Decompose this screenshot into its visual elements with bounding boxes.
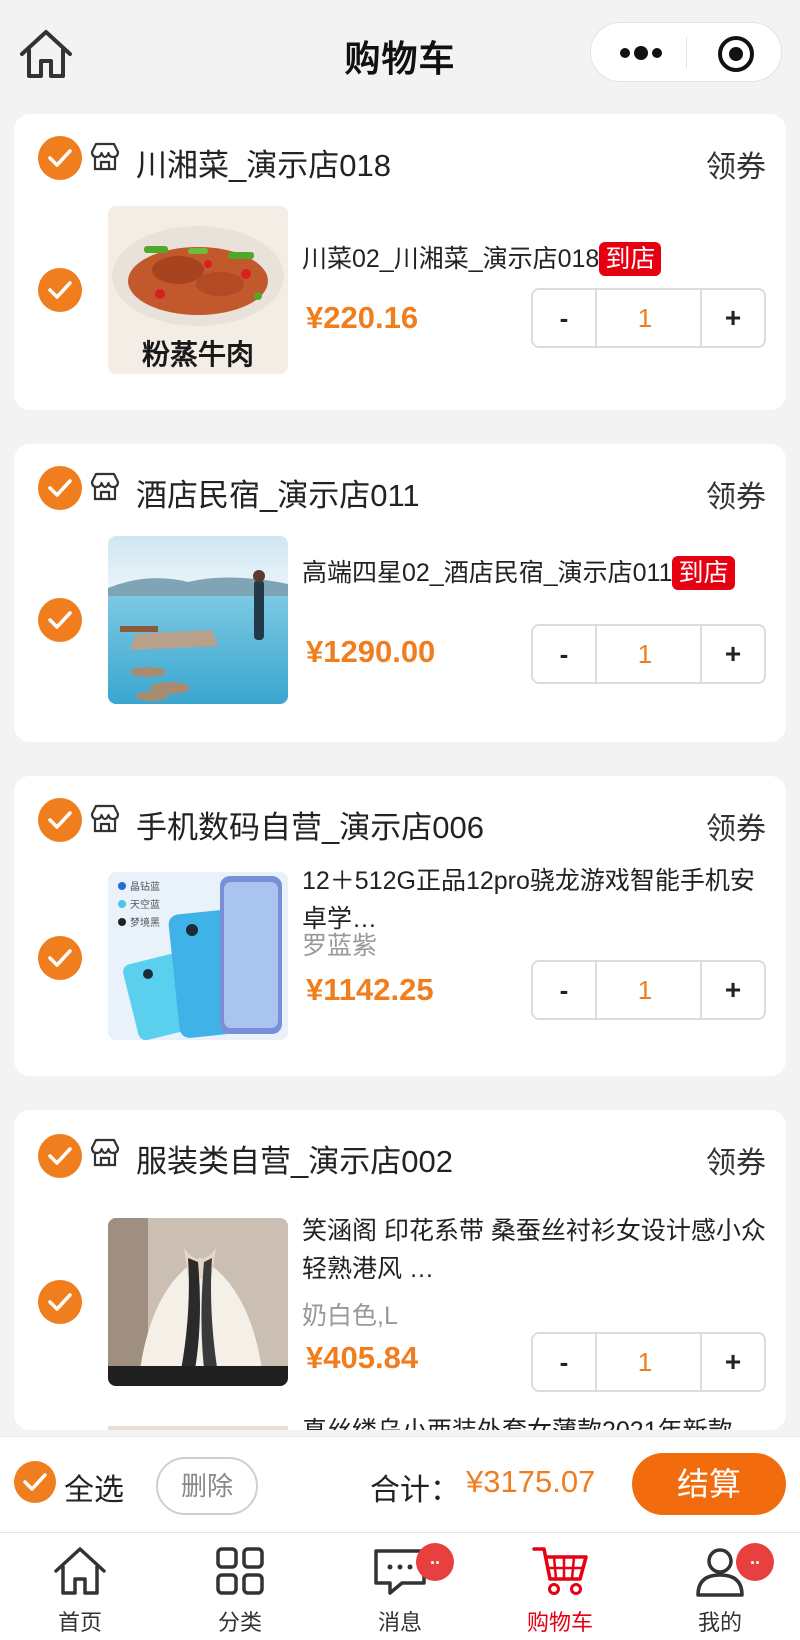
store-visit-tag: 到店	[672, 556, 735, 590]
decrease-button[interactable]: -	[533, 1334, 597, 1390]
product-price: ¥1290.00	[306, 634, 436, 669]
item-checkbox[interactable]	[38, 936, 82, 980]
quantity-stepper: - 1 +	[531, 624, 766, 684]
quantity-stepper: - 1 +	[531, 960, 766, 1020]
total-value: ¥3175.07	[466, 1464, 596, 1499]
shop-icon	[90, 804, 120, 833]
quantity-stepper: - 1 +	[531, 1332, 766, 1392]
target-icon[interactable]	[716, 34, 756, 74]
thumb-caption: 粉蒸牛肉	[142, 338, 254, 371]
unread-badge: ..	[736, 1543, 774, 1581]
unread-badge: ..	[416, 1543, 454, 1581]
shop-name[interactable]: 川湘菜_演示店018	[136, 140, 391, 185]
item-checkbox[interactable]	[38, 598, 82, 642]
tab-messages[interactable]: .. 消息	[320, 1533, 480, 1640]
tab-label: 首页	[57, 1610, 102, 1635]
increase-button[interactable]: +	[700, 1334, 764, 1390]
quantity-value[interactable]: 1	[597, 962, 693, 1018]
shop-card: 手机数码自营_演示店006 领券 晶钻蓝 天空蓝 梦境黑 12＋512G正品12…	[14, 776, 786, 1076]
mini-program-capsule	[590, 22, 782, 82]
checkout-button[interactable]: 结算	[632, 1453, 786, 1515]
store-visit-tag: 到店	[599, 242, 662, 276]
increase-button[interactable]: +	[700, 962, 764, 1018]
quantity-value[interactable]: 1	[597, 1334, 693, 1390]
coupon-link[interactable]: 领券	[706, 804, 766, 848]
product-price: ¥405.84	[306, 1340, 419, 1375]
thumb-label: 晶钻蓝	[130, 880, 160, 893]
tab-home[interactable]: 首页	[0, 1533, 160, 1640]
delete-button[interactable]: 删除	[156, 1457, 258, 1515]
product-title-text: 川菜02_川湘菜_演示店018	[302, 245, 600, 273]
coupon-link[interactable]: 领券	[706, 472, 766, 516]
product-image[interactable]	[108, 1218, 288, 1386]
product-title[interactable]: 真丝缕乌小西装外套女薄款2021年新款	[302, 1416, 774, 1430]
tab-cart[interactable]: 购物车	[480, 1533, 640, 1640]
thumb-label: 梦境黑	[130, 916, 160, 929]
decrease-button[interactable]: -	[533, 962, 597, 1018]
tab-label: 购物车	[526, 1610, 593, 1635]
item-checkbox[interactable]	[38, 1280, 82, 1324]
product-image[interactable]: 晶钻蓝 天空蓝 梦境黑	[108, 872, 288, 1040]
product-image[interactable]	[108, 536, 288, 704]
shop-card: 酒店民宿_演示店011 领券 高端四星02_酒店民宿_演示店011 到店 ¥12…	[14, 444, 786, 742]
product-title-text: 高端四星02_酒店民宿_演示店011	[302, 559, 673, 587]
shop-name[interactable]: 服装类自营_演示店002	[136, 1136, 453, 1181]
product-title[interactable]: 高端四星02_酒店民宿_演示店011 到店	[302, 554, 774, 592]
bottom-tab-bar: 首页 分类 .. 消息 购物车 .. 我的	[0, 1532, 800, 1640]
more-icon[interactable]	[617, 42, 665, 64]
decrease-button[interactable]: -	[533, 290, 597, 346]
cart-icon	[532, 1547, 588, 1595]
product-title[interactable]: 川菜02_川湘菜_演示店018 到店	[302, 240, 774, 278]
shop-name[interactable]: 手机数码自营_演示店006	[136, 802, 484, 847]
product-image[interactable]: 粉蒸牛肉	[108, 206, 288, 374]
product-image[interactable]	[108, 1426, 288, 1430]
grid-icon	[216, 1547, 264, 1595]
shop-card: 川湘菜_演示店018 领券 粉蒸牛肉 川菜02_川湘菜_演示店018 到店 ¥2…	[14, 114, 786, 410]
quantity-value[interactable]: 1	[597, 290, 693, 346]
capsule-divider	[686, 37, 687, 69]
shop-icon	[90, 1138, 120, 1167]
increase-button[interactable]: +	[700, 290, 764, 346]
shop-icon	[90, 472, 120, 501]
increase-button[interactable]: +	[700, 626, 764, 682]
shop-card: 服装类自营_演示店002 领券 笑涵阁 印花系带 桑蚕丝衬衫女设计感小众轻熟港风…	[14, 1110, 786, 1430]
shop-checkbox[interactable]	[38, 798, 82, 842]
tab-category[interactable]: 分类	[160, 1533, 320, 1640]
product-price: ¥220.16	[306, 300, 419, 335]
tab-profile[interactable]: .. 我的	[640, 1533, 800, 1640]
decrease-button[interactable]: -	[533, 626, 597, 682]
product-title[interactable]: 笑涵阁 印花系带 桑蚕丝衬衫女设计感小众轻熟港风 …	[302, 1212, 774, 1288]
total-label: 合计：	[370, 1474, 460, 1507]
cart-footer: 全选 删除 合计： ¥3175.07 结算	[0, 1436, 800, 1532]
thumb-label: 天空蓝	[130, 898, 160, 911]
top-header: 购物车	[0, 0, 800, 106]
quantity-stepper: - 1 +	[531, 288, 766, 348]
select-all-label[interactable]: 全选	[64, 1465, 124, 1509]
product-price: ¥1142.25	[306, 972, 434, 1007]
tab-label: 我的	[697, 1610, 742, 1635]
product-spec[interactable]: 罗蓝紫	[302, 926, 377, 962]
shop-icon	[90, 142, 120, 171]
tab-label: 消息	[377, 1610, 422, 1635]
shop-checkbox[interactable]	[38, 136, 82, 180]
tab-label: 分类	[217, 1610, 262, 1635]
item-checkbox[interactable]	[38, 268, 82, 312]
home-icon	[54, 1547, 106, 1595]
coupon-link[interactable]: 领券	[706, 1138, 766, 1182]
quantity-value[interactable]: 1	[597, 626, 693, 682]
coupon-link[interactable]: 领券	[706, 142, 766, 186]
shop-checkbox[interactable]	[38, 1134, 82, 1178]
shop-name[interactable]: 酒店民宿_演示店011	[136, 470, 420, 515]
select-all-checkbox[interactable]	[14, 1461, 56, 1503]
shop-checkbox[interactable]	[38, 466, 82, 510]
product-spec[interactable]: 奶白色,L	[302, 1296, 398, 1332]
